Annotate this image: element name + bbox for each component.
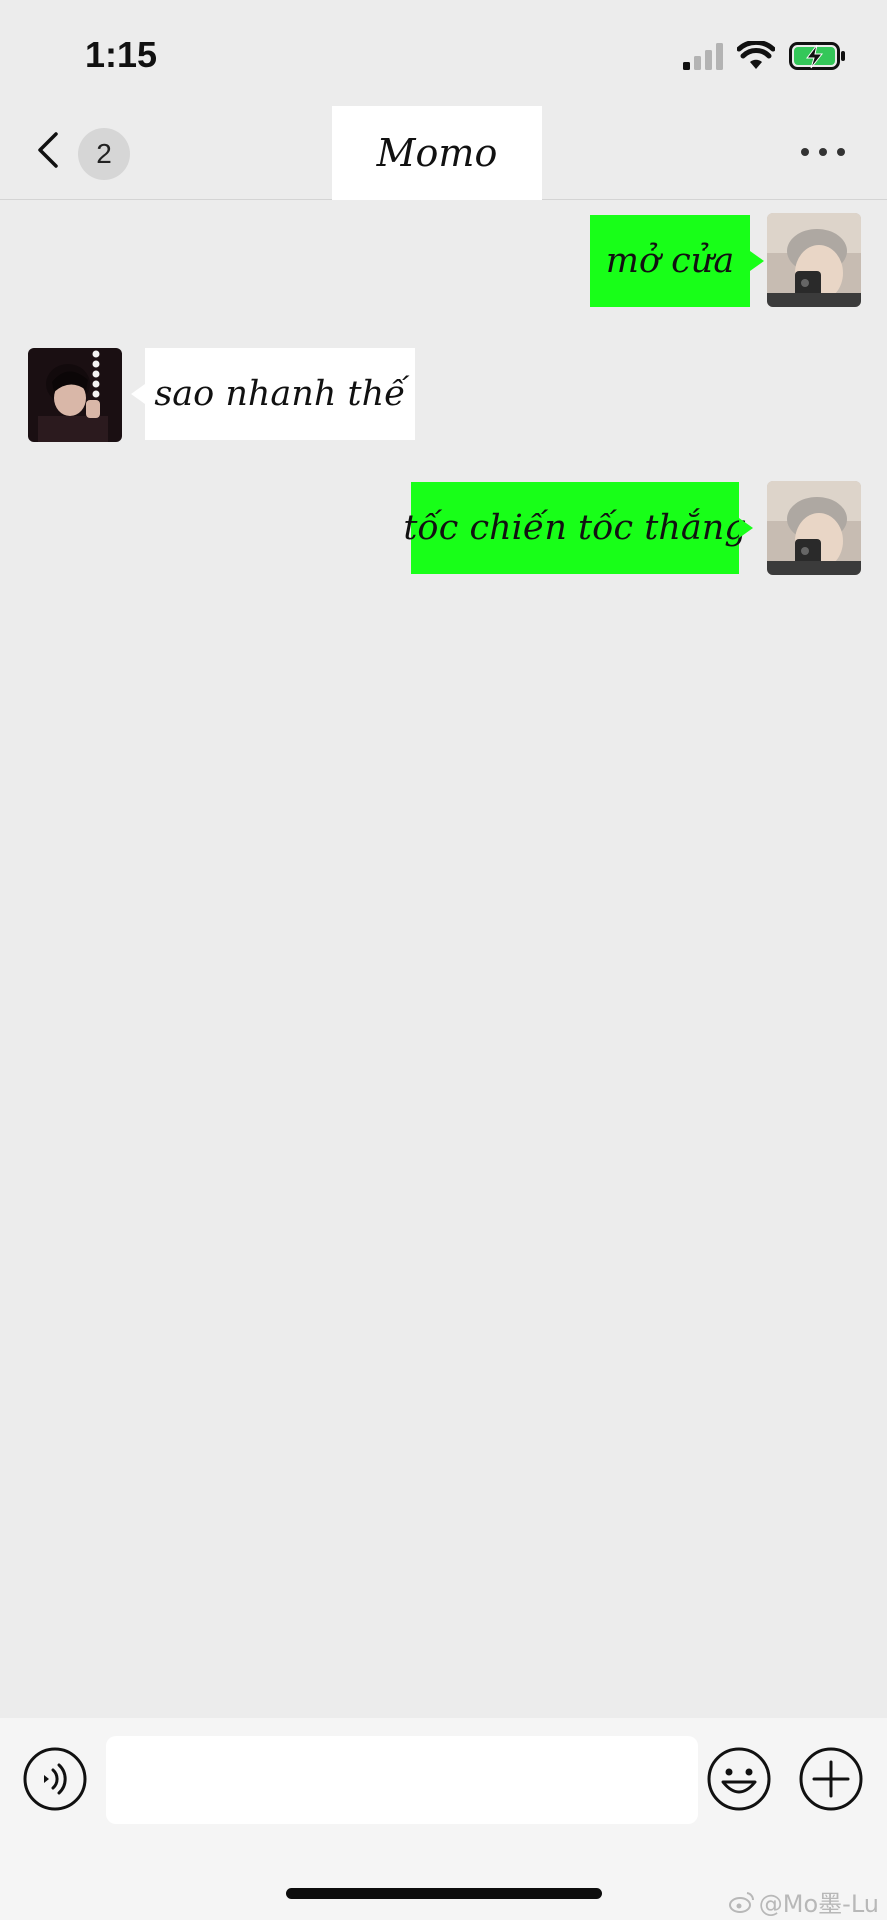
watermark-text: @Mo墨-Lu — [758, 1890, 879, 1918]
plus-icon[interactable] — [798, 1746, 864, 1812]
avatar-momo[interactable] — [28, 348, 122, 442]
message-text: mở cửa — [605, 241, 735, 281]
home-indicator[interactable] — [286, 1888, 602, 1899]
message-text: sao nhanh thế — [154, 374, 406, 414]
message-bubble-outgoing[interactable]: mở cửa — [590, 215, 764, 307]
avatar-me[interactable] — [767, 213, 861, 307]
chat-header: 2 Momo — [0, 100, 887, 200]
status-icons — [683, 40, 847, 72]
wifi-icon — [737, 41, 775, 69]
unread-count-badge[interactable]: 2 — [78, 128, 130, 180]
voice-icon[interactable] — [22, 1746, 88, 1812]
watermark: @Mo墨-Lu — [728, 1884, 879, 1919]
emoji-icon[interactable] — [706, 1746, 772, 1812]
message-bubble-outgoing[interactable]: tốc chiến tốc thắng — [403, 482, 753, 574]
battery-charging-icon — [789, 42, 845, 70]
status-bar: 1:15 — [0, 0, 887, 110]
message-text: tốc chiến tốc thắng — [403, 508, 747, 548]
message-input[interactable] — [106, 1736, 698, 1824]
more-dots-icon[interactable] — [801, 146, 845, 158]
status-time: 1:15 — [85, 34, 158, 75]
cellular-signal-icon — [683, 43, 723, 70]
message-bubble-incoming[interactable]: sao nhanh thế — [131, 348, 415, 440]
back-chevron-icon[interactable] — [30, 130, 70, 170]
weibo-logo-icon — [728, 1891, 754, 1913]
chat-title: Momo — [376, 131, 498, 175]
chat-title-box: Momo — [332, 106, 542, 200]
avatar-me[interactable] — [767, 481, 861, 575]
